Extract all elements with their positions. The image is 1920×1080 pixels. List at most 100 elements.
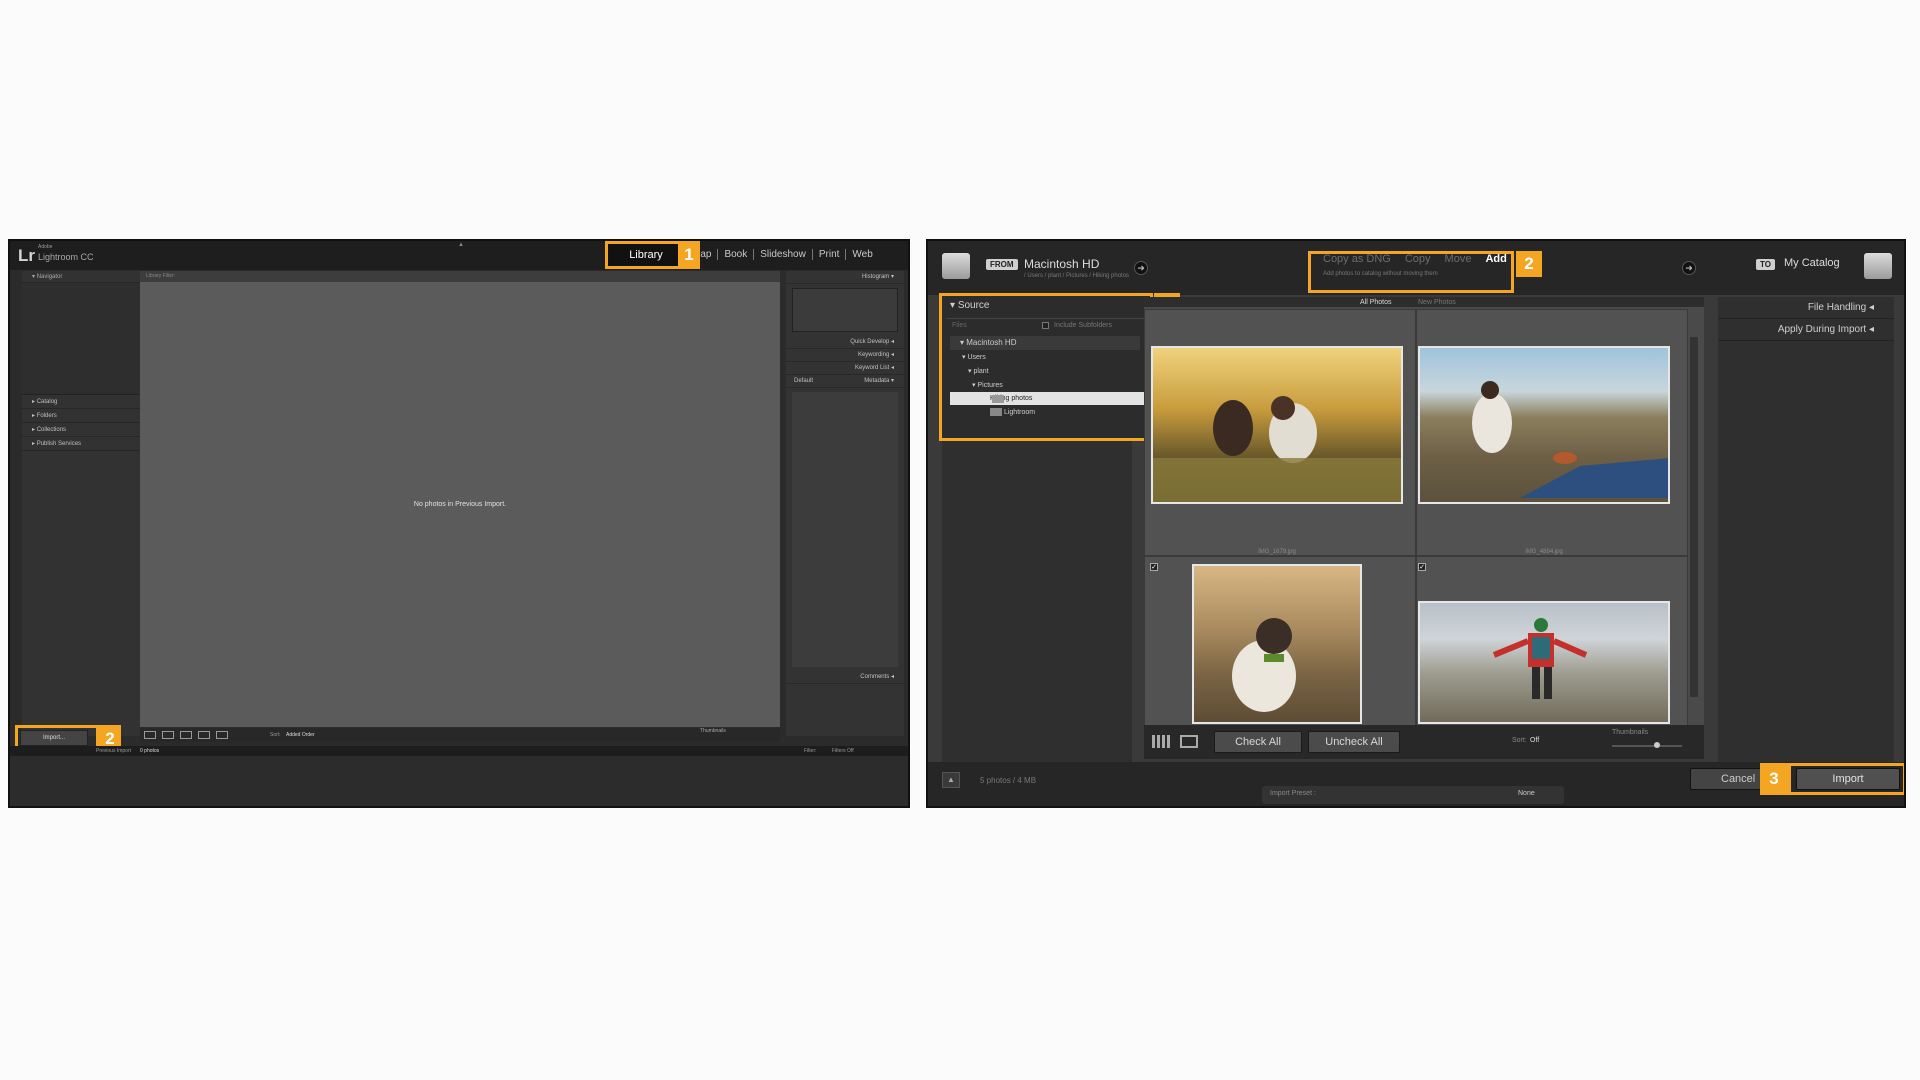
catalog-label: Catalog: [36, 399, 58, 405]
sort-value[interactable]: Added Order: [286, 732, 315, 738]
survey-view-icon[interactable]: [198, 731, 210, 739]
people-view-icon[interactable]: [216, 731, 228, 739]
include-subfolders-label: Include Subfolders: [1054, 322, 1112, 329]
callout-3: 3: [1760, 763, 1788, 795]
folder-users[interactable]: ▾ Users: [962, 353, 986, 361]
filter-value[interactable]: Filters Off: [832, 746, 854, 756]
file-handling-header[interactable]: File Handling ◂: [1718, 297, 1894, 319]
drive-label: Macintosh HD: [966, 338, 1017, 347]
compare-view-icon[interactable]: [180, 731, 192, 739]
right-column: File Handling ◂ Apply During Import ◂: [1718, 297, 1894, 767]
mode-highlight: [1308, 251, 1514, 293]
grid-scrollbar[interactable]: [1690, 337, 1698, 697]
slider-knob[interactable]: [1654, 742, 1660, 748]
library-screenshot: Lr Adobe Lightroom CC ▲ Map Book Slidesh…: [8, 239, 910, 808]
arrow-right-icon: ➜: [1682, 261, 1696, 275]
photo-thumbnail[interactable]: [1418, 601, 1670, 724]
filmstrip: [10, 756, 908, 806]
metadata-header[interactable]: Default Metadata ▾: [786, 375, 904, 388]
drive-macintosh-hd[interactable]: ▾ Macintosh HD: [950, 336, 1140, 350]
folder-plant[interactable]: ▾ plant: [968, 367, 989, 375]
grid-view-icon[interactable]: [144, 731, 156, 739]
empty-message: No photos in Previous Import.: [413, 501, 507, 508]
keywording-header[interactable]: Keywording ◂: [786, 349, 904, 362]
folder-lightroom-label: Lightroom: [1003, 408, 1036, 416]
module-picker: Map Book Slideshow Print Web: [686, 249, 879, 260]
photo-checkbox[interactable]: ✓: [1150, 563, 1158, 571]
module-web[interactable]: Web: [845, 249, 878, 260]
catalog-section[interactable]: ▸ Catalog: [22, 395, 140, 409]
histogram-label: Histogram: [861, 274, 890, 280]
left-panel: ▾ Navigator ▸ Catalog ▸ Folders ▸ Collec…: [22, 271, 140, 736]
folder-pictures[interactable]: ▾ Pictures: [972, 381, 1003, 389]
lightroom-logo: Lr: [18, 246, 35, 265]
folders-section[interactable]: ▸ Folders: [22, 409, 140, 423]
collections-section[interactable]: ▸ Collections: [22, 423, 140, 437]
photo-filename: IMG_1679.jpg: [1258, 549, 1296, 555]
tab-new-photos[interactable]: New Photos: [1418, 299, 1456, 306]
folder-hiking-photos[interactable]: Hiking photos: [950, 392, 1144, 405]
metadata-label: Metadata: [864, 378, 890, 384]
check-all-button[interactable]: Check All: [1214, 731, 1302, 753]
loupe-view-icon[interactable]: [1180, 735, 1198, 748]
comments-header[interactable]: Comments ◂: [786, 671, 904, 684]
quick-develop-label: Quick Develop: [850, 339, 890, 345]
module-slideshow[interactable]: Slideshow: [753, 249, 812, 260]
photo-checkbox[interactable]: ✓: [1418, 563, 1426, 571]
module-library[interactable]: Library: [605, 241, 687, 269]
previous-import-label[interactable]: Previous Import: [96, 746, 131, 756]
folders-label: Folders: [36, 413, 57, 419]
sort-value[interactable]: Off: [1530, 737, 1539, 744]
grid-view: [140, 271, 780, 727]
comments-label: Comments: [860, 674, 890, 680]
include-subfolders-checkbox[interactable]: [1042, 322, 1049, 329]
source-header[interactable]: ▾ Source: [950, 300, 990, 311]
dogs-in-grass-image: [1153, 396, 1401, 502]
tab-all-photos[interactable]: All Photos: [1360, 299, 1392, 306]
module-print[interactable]: Print: [811, 249, 846, 260]
catalog-drive-icon[interactable]: [1864, 253, 1892, 279]
uncheck-all-button[interactable]: Uncheck All: [1308, 731, 1400, 753]
collapse-arrow-icon[interactable]: ▲: [458, 242, 464, 248]
folder-icon: [990, 408, 1002, 416]
thumbnails-label: Thumbnails: [1612, 729, 1649, 736]
photo-thumbnail[interactable]: [1151, 346, 1403, 504]
navigator-preview: [22, 283, 140, 395]
right-panel: Histogram ▾ Quick Develop ◂ Keywording ◂…: [786, 271, 904, 736]
folder-lightroom[interactable]: Lightroom: [990, 408, 1035, 416]
source-drive-icon[interactable]: [942, 253, 970, 279]
apply-during-import-header[interactable]: Apply During Import ◂: [1718, 319, 1894, 341]
keywording-label: Keywording: [857, 352, 890, 358]
quick-develop-header[interactable]: Quick Develop ◂: [786, 336, 904, 349]
navigator-header[interactable]: ▾ Navigator: [22, 271, 140, 283]
expand-icon[interactable]: ▲: [942, 772, 960, 788]
histogram-display: [792, 288, 898, 332]
library-filter-bar[interactable]: Library Filter:: [140, 271, 780, 282]
source-title: Source: [957, 300, 990, 311]
photo-thumbnail[interactable]: [1192, 564, 1362, 724]
histogram-header[interactable]: Histogram ▾: [786, 271, 904, 284]
thumbnail-size-slider[interactable]: [1612, 745, 1682, 747]
apply-during-import-label: Apply During Import: [1777, 324, 1867, 335]
photo-thumbnail[interactable]: [1418, 346, 1670, 504]
publish-services-section[interactable]: ▸ Publish Services: [22, 437, 140, 451]
divider: [946, 318, 1146, 319]
folder-users-label: Users: [967, 354, 986, 361]
loupe-view-icon[interactable]: [162, 731, 174, 739]
metadata-preset[interactable]: Default: [786, 375, 813, 388]
hiker-in-snow-image: [1492, 618, 1588, 699]
publish-services-label: Publish Services: [36, 441, 82, 447]
to-tag: TO: [1756, 259, 1775, 270]
from-source[interactable]: Macintosh HD: [1024, 257, 1099, 271]
grid-view-icon[interactable]: [1152, 735, 1170, 748]
import-highlight: [1788, 763, 1904, 795]
import-preset-value[interactable]: None: [1518, 790, 1535, 797]
to-target[interactable]: My Catalog: [1784, 257, 1840, 269]
grid-toolbar: Check All Uncheck All Sort: Off Thumbnai…: [1144, 725, 1704, 759]
module-book[interactable]: Book: [717, 249, 753, 260]
callout-1: 1: [678, 241, 700, 269]
keyword-list-header[interactable]: Keyword List ◂: [786, 362, 904, 375]
cancel-button[interactable]: Cancel: [1690, 768, 1770, 790]
collections-label: Collections: [36, 427, 67, 433]
folder-icon: [992, 395, 1004, 403]
